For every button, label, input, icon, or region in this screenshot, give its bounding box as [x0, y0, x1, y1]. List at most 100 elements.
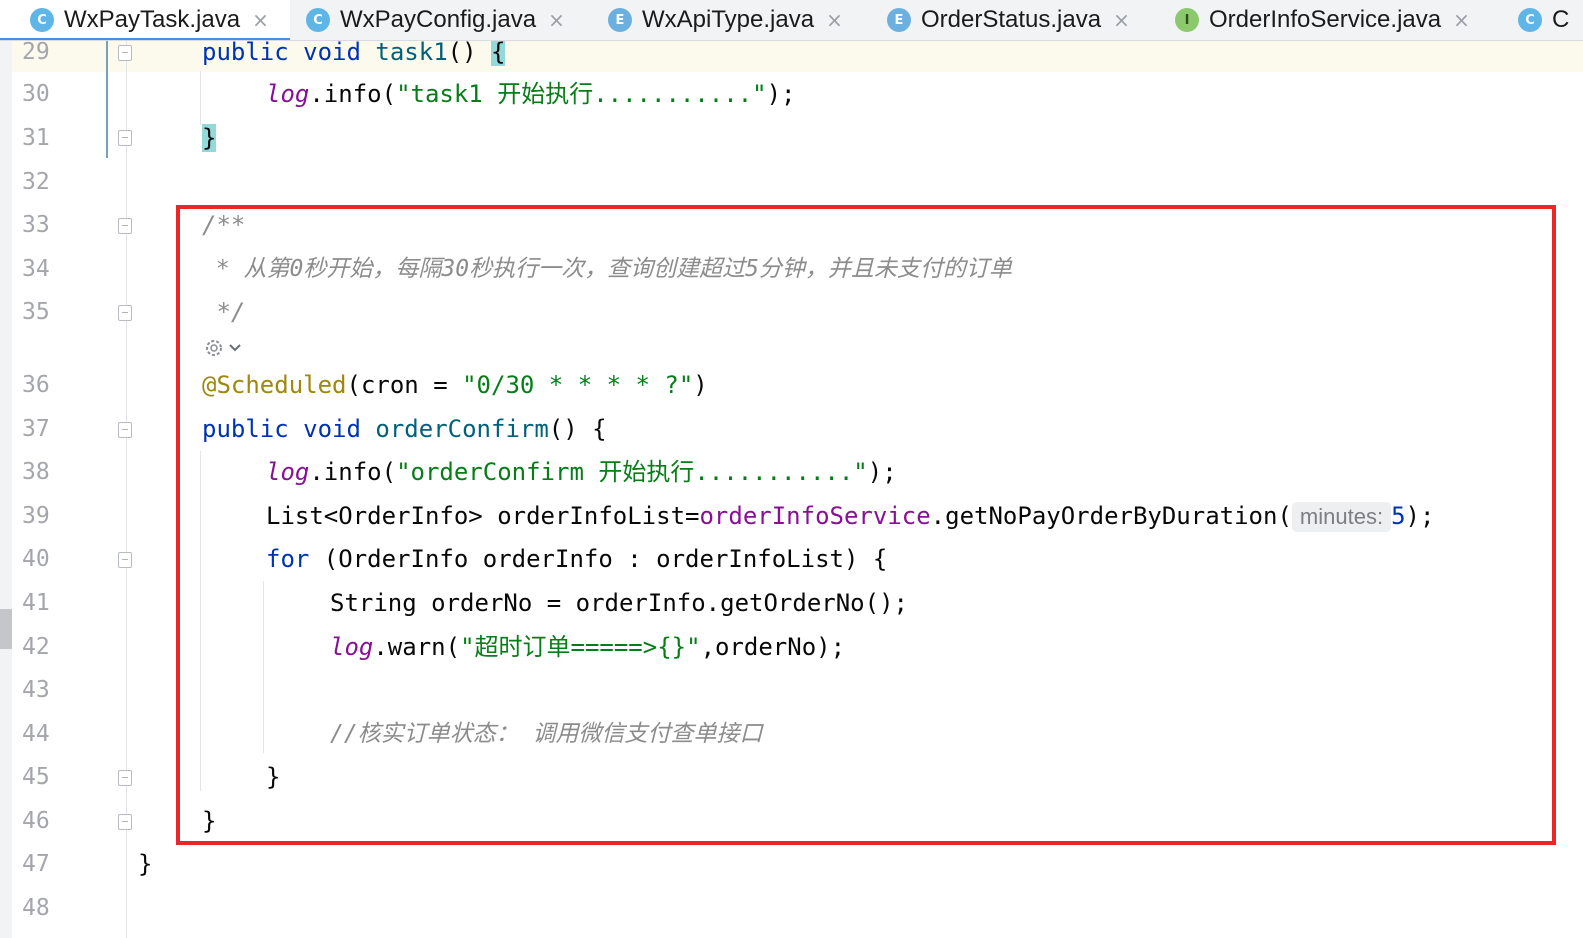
- code-editor[interactable]: 29 30 31 32 33 34 35 36 37 38 39 40 41 4…: [0, 41, 1583, 938]
- editor-tab-bar: C WxPayTask.java × C WxPayConfig.java × …: [0, 0, 1583, 41]
- tab-wxpaytask[interactable]: C WxPayTask.java ×: [0, 0, 290, 40]
- keyword: void: [303, 415, 361, 443]
- field-ref: log: [266, 80, 310, 108]
- code-text: }: [266, 763, 281, 791]
- class-icon: C: [1518, 8, 1542, 32]
- code-text: }: [138, 850, 153, 878]
- close-icon[interactable]: ×: [252, 8, 269, 32]
- tab-orderinfoservice[interactable]: I OrderInfoService.java ×: [1175, 0, 1470, 40]
- fold-marker[interactable]: [118, 305, 132, 321]
- indent-guide: [263, 581, 264, 753]
- line-number: 30: [22, 81, 50, 107]
- code-text: .warn(: [373, 633, 461, 661]
- code-line-36[interactable]: @Scheduled(cron = "0/30 * * * * ?"): [202, 370, 708, 400]
- comment: /**: [202, 211, 246, 239]
- vcs-change-marker[interactable]: [106, 41, 108, 158]
- fold-marker[interactable]: [118, 422, 132, 438]
- code-text: );: [1405, 502, 1435, 530]
- scroll-thumb[interactable]: [0, 609, 12, 649]
- line-number: 31: [22, 125, 50, 151]
- code-text: .info(: [309, 80, 397, 108]
- fold-marker[interactable]: [118, 552, 132, 568]
- code-line-47[interactable]: }: [138, 849, 152, 879]
- code-text: (OrderInfo orderInfo : orderInfoList) {: [309, 545, 888, 573]
- tab-label: OrderStatus.java: [921, 6, 1102, 33]
- code-line-29[interactable]: public void task1() {: [202, 41, 506, 67]
- code-line-37[interactable]: public void orderConfirm() {: [202, 414, 607, 444]
- string-literal: "超时订单=====>{}": [460, 633, 701, 661]
- string-literal: "0/30 * * * * ?": [462, 371, 694, 399]
- code-text: (): [447, 41, 477, 66]
- ai-generate-icon[interactable]: [202, 337, 250, 359]
- line-number: 48: [22, 895, 50, 921]
- field-ref: log: [266, 458, 310, 486]
- fold-marker[interactable]: [118, 130, 132, 146]
- fold-marker[interactable]: [118, 45, 132, 61]
- tab-orderstatus[interactable]: E OrderStatus.java ×: [887, 0, 1130, 40]
- line-number: 38: [22, 459, 50, 485]
- enum-icon: E: [608, 8, 632, 32]
- field-ref: log: [330, 633, 374, 661]
- tab-label: WxPayTask.java: [64, 6, 241, 33]
- keyword: for: [266, 545, 310, 573]
- close-icon[interactable]: ×: [548, 8, 565, 32]
- tab-overflow[interactable]: C C: [1518, 0, 1569, 40]
- number-literal: 5: [1391, 502, 1406, 530]
- code-text: List<OrderInfo> orderInfoList=: [266, 502, 700, 530]
- class-icon: C: [30, 8, 54, 32]
- line-number: 29: [22, 41, 50, 65]
- code-line-34[interactable]: * 从第0秒开始，每隔30秒执行一次，查询创建超过5分钟，并且未支付的订单: [202, 254, 1012, 284]
- line-number: 34: [22, 256, 50, 282]
- line-number: 40: [22, 546, 50, 572]
- close-icon[interactable]: ×: [1113, 8, 1130, 32]
- field-ref: orderInfoService: [699, 502, 931, 530]
- line-number: 47: [22, 851, 50, 877]
- line-number: 45: [22, 764, 50, 790]
- code-text: (cron =: [346, 371, 463, 399]
- tab-wxapitype[interactable]: E WxApiType.java ×: [608, 0, 843, 40]
- code-line-35[interactable]: */: [202, 297, 245, 327]
- comment: */: [202, 298, 246, 326]
- line-number: 32: [22, 169, 50, 195]
- line-number: 39: [22, 503, 50, 529]
- code-line-42[interactable]: log.warn("超时订单=====>{}",orderNo);: [330, 632, 845, 662]
- code-text: ): [693, 371, 708, 399]
- code-line-45[interactable]: }: [266, 762, 280, 792]
- code-line-31[interactable]: }: [202, 123, 217, 153]
- class-icon: C: [306, 8, 330, 32]
- tab-label: WxApiType.java: [642, 6, 815, 33]
- tab-wxpayconfig[interactable]: C WxPayConfig.java ×: [306, 0, 565, 40]
- code-line-40[interactable]: for (OrderInfo orderInfo : orderInfoList…: [266, 544, 887, 574]
- code-line-44[interactable]: //核实订单状态： 调用微信支付查单接口: [330, 719, 763, 749]
- gutter-separator: [126, 41, 127, 938]
- fold-marker[interactable]: [118, 814, 132, 830]
- code-text: ,orderNo);: [700, 633, 846, 661]
- code-line-41[interactable]: String orderNo = orderInfo.getOrderNo();: [330, 588, 908, 618]
- code-text: .info(: [309, 458, 397, 486]
- parameter-hint: minutes:: [1291, 502, 1392, 532]
- code-line-46[interactable]: }: [202, 806, 216, 836]
- keyword: public: [202, 415, 289, 443]
- code-line-33[interactable]: /**: [202, 210, 245, 240]
- code-line-30[interactable]: log.info("task1 开始执行...........");: [266, 79, 796, 109]
- line-number: 43: [22, 677, 50, 703]
- string-literal: "orderConfirm 开始执行...........": [396, 458, 868, 486]
- line-number: 35: [22, 299, 50, 325]
- fold-marker[interactable]: [118, 770, 132, 786]
- fold-marker[interactable]: [118, 218, 132, 234]
- indent-guide: [200, 71, 201, 125]
- interface-icon: I: [1175, 8, 1199, 32]
- line-number: 44: [22, 721, 50, 747]
- close-icon[interactable]: ×: [1453, 8, 1470, 32]
- code-line-39[interactable]: List<OrderInfo> orderInfoList=orderInfoS…: [266, 501, 1434, 532]
- close-icon[interactable]: ×: [826, 8, 843, 32]
- line-number: 37: [22, 416, 50, 442]
- enum-icon: E: [887, 8, 911, 32]
- code-line-38[interactable]: log.info("orderConfirm 开始执行...........")…: [266, 457, 897, 487]
- code-text: .getNoPayOrderByDuration(: [930, 502, 1292, 530]
- left-scroll-strip[interactable]: [0, 41, 12, 938]
- code-text: );: [766, 80, 796, 108]
- line-number: 33: [22, 212, 50, 238]
- keyword: void: [303, 41, 361, 66]
- method-name: task1: [375, 41, 448, 66]
